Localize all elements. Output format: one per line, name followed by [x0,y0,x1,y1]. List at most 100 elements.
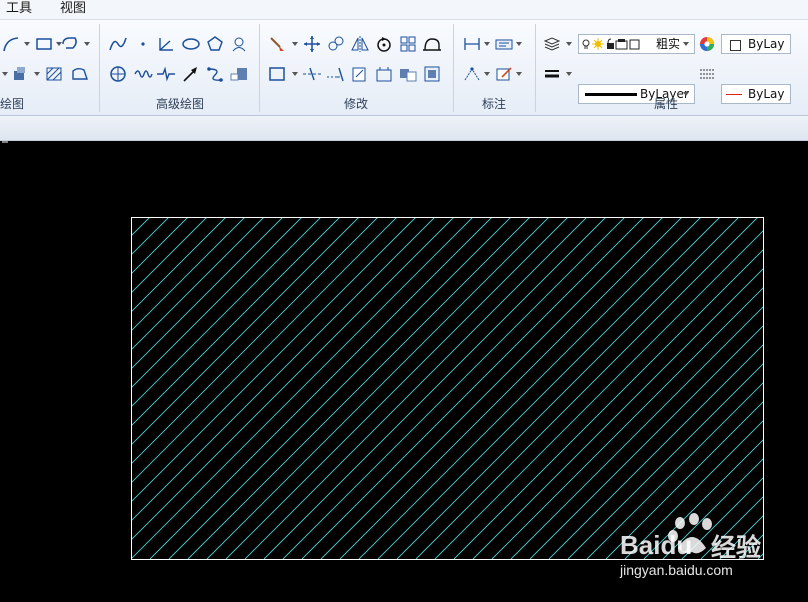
watermark-brand: Baidu [620,530,693,560]
menu-view[interactable]: 视图 [60,0,86,19]
ellipse-tool-icon[interactable] [181,35,201,53]
watermark-url: jingyan.baidu.com [620,562,733,578]
polygon-tool-icon[interactable] [205,35,225,53]
hatch-line [131,217,208,294]
dimension-dropdown-icon[interactable] [484,42,492,48]
menu-bar: 工具 视图 [0,0,808,20]
hatch-line [282,217,626,559]
hatch-line [149,217,493,559]
hatch-line [131,217,360,446]
array-tool-icon[interactable] [398,35,418,53]
hatch-line [131,217,436,522]
lineweight-icon[interactable] [542,65,562,83]
table-tool-icon[interactable] [229,65,249,83]
hatch-line [131,217,189,275]
stretch-tool-icon[interactable] [422,35,442,53]
color-select[interactable]: ByLay [721,34,791,54]
erase-brush-icon[interactable] [267,35,287,53]
ribbon: 绘图 高级绘图 修改 标注 粗实 ByLay ByLayer ByLay 属性 [0,20,808,116]
trim-tool-icon[interactable] [302,65,322,83]
hatch-line [225,217,569,559]
group-label-dimension: 标注 [481,97,506,111]
hatch-line [301,217,645,559]
watermark-brand-cn: 经验 [711,533,762,562]
hatch-line [131,217,170,256]
text-tool-icon[interactable] [494,35,514,53]
angle-line-icon[interactable] [156,35,176,53]
spline-tool-icon[interactable] [108,35,128,53]
color-swatch [730,40,741,51]
break-line-icon[interactable] [156,65,176,83]
hatch-line [131,217,303,389]
layer-manager-icon[interactable] [542,35,562,53]
insert-block-icon[interactable] [10,65,30,83]
region-tool-icon[interactable] [70,65,90,83]
group-label-properties: 属性 [653,97,678,111]
hatch-line [131,217,284,370]
baseline-dimension-icon[interactable] [462,65,482,83]
extend-tool-icon[interactable] [326,65,346,83]
group-separator [99,24,100,112]
hatch-line [168,217,512,559]
hatch-line [131,217,398,484]
arrow-tool-icon[interactable] [181,65,201,83]
leader-dropdown-icon[interactable] [516,72,524,78]
fillet-tool-icon[interactable] [398,65,418,83]
menu-tools[interactable]: 工具 [6,0,32,19]
break-tool-icon[interactable] [374,65,394,83]
hatch-line [187,217,531,559]
hatch-line [131,217,227,313]
polyline-tool-icon[interactable] [60,35,80,53]
hatch-line [263,217,607,559]
wave-line-icon[interactable] [133,65,153,83]
hatch-tool-icon[interactable] [44,65,64,83]
curve-fit-icon[interactable] [205,65,225,83]
hatch-line [244,217,588,559]
hatch-line [131,217,455,541]
layer-name: 粗实 [656,37,681,51]
group-separator [535,24,536,112]
linear-dimension-icon[interactable] [462,35,482,53]
explode-tool-icon[interactable] [422,65,442,83]
hatch-line [131,217,246,332]
lineweight-dropdown-icon[interactable] [566,72,574,78]
select-box-icon[interactable] [267,65,287,83]
donut-tool-icon[interactable] [108,65,128,83]
point-tool-icon[interactable] [133,35,153,53]
baidu-watermark: Baidu 经验 jingyan.baidu.com [608,508,808,598]
revision-cloud-icon[interactable] [229,35,249,53]
move-tool-icon[interactable] [302,35,322,53]
text-dropdown-icon[interactable] [516,42,524,48]
block-dropdown-icon[interactable] [34,72,42,78]
group-separator [259,24,260,112]
hatch-line [131,217,322,408]
layer-manager-dropdown-icon[interactable] [566,42,574,48]
baseline-dropdown-icon[interactable] [484,72,492,78]
layer-state-icons [582,38,640,50]
polyline-dropdown-icon[interactable] [84,42,92,48]
select-dropdown-icon[interactable] [292,72,300,78]
copy-tool-icon[interactable] [326,35,346,53]
hatch-line [131,217,379,465]
hatch-line [131,217,132,218]
toolbar-strip [0,116,808,141]
group-label-advanced-draw: 高级绘图 [155,97,204,111]
erase-dropdown-icon[interactable] [292,42,300,48]
layer-select[interactable]: 粗实 [578,34,695,54]
hatch-line [131,217,341,427]
arc-tool-icon[interactable] [2,35,22,53]
hatch-line [131,217,417,503]
linetype-icon[interactable] [697,65,717,83]
hatch-line [131,217,151,237]
color-wheel-icon[interactable] [697,35,717,53]
arc-dropdown-icon[interactable] [24,42,32,48]
scale-tool-icon[interactable] [350,65,370,83]
chevron-down-icon [683,42,689,46]
rotate-tool-icon[interactable] [374,35,394,53]
leader-tool-icon[interactable] [494,65,514,83]
color-value: ByLay [748,37,785,51]
mirror-tool-icon[interactable] [350,35,370,53]
insert-dropdown-icon[interactable] [2,72,10,78]
hatch-line [131,217,474,559]
rectangle-tool-icon[interactable] [34,35,54,53]
